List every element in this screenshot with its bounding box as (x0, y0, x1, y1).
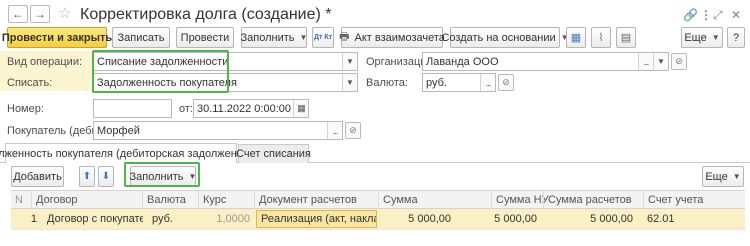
cell-document[interactable]: Реализация (акт, накладна... (256, 210, 377, 228)
chevron-down-icon[interactable]: ▼ (653, 53, 668, 70)
cell-amount-settlement[interactable]: 5 000,00 (543, 209, 637, 229)
post-button[interactable]: Провести (176, 27, 234, 48)
table-header: N Договор Валюта Курс Документ расчетов … (11, 190, 745, 210)
currency-label: Валюта: (366, 77, 408, 89)
star-icon[interactable]: ☆ (58, 5, 71, 23)
cell-contract[interactable]: Договор с покупателем (43, 209, 143, 229)
calendar-icon[interactable]: ▦ (293, 100, 308, 117)
chevron-down-icon: ▼ (732, 172, 741, 181)
arrow-up-icon: ⬆ (82, 171, 92, 182)
kebab-icon[interactable]: ⋮ (700, 8, 712, 22)
page-title: Корректировка долга (создание) * (80, 6, 332, 23)
chevron-down-icon: ▼ (711, 33, 720, 42)
back-button[interactable]: ← (8, 5, 28, 23)
help-button[interactable]: ? (727, 27, 745, 48)
writeoff-label: Списать: (7, 77, 53, 89)
maximize-icon[interactable]: ⤢ (713, 8, 723, 22)
column-header[interactable]: Документ расчетов (254, 191, 378, 210)
currency-open-button[interactable]: ⊘ (498, 74, 514, 91)
chevron-down-icon[interactable]: ▼ (342, 74, 357, 91)
select-icon[interactable]: ... (327, 122, 342, 139)
add-row-button[interactable]: Добавить (11, 166, 64, 187)
select-icon[interactable]: ... (480, 74, 495, 91)
row-number: 1 (30, 213, 37, 225)
more-button[interactable]: Еще ▼ (681, 27, 723, 48)
column-header[interactable]: Валюта (142, 191, 198, 210)
table-more-button[interactable]: Еще ▼ (702, 166, 744, 187)
column-header[interactable]: Сумма (378, 191, 491, 210)
currency-value: руб. (426, 76, 447, 89)
buyer-value: Морфей (97, 124, 140, 137)
date-field[interactable]: 30.11.2022 0:00:00 ▦ (193, 99, 309, 118)
organization-open-button[interactable]: ⊘ (671, 53, 687, 70)
link-icon: ⊘ (349, 125, 357, 135)
close-icon[interactable]: ✕ (731, 8, 741, 22)
cell-amount[interactable]: 5 000,00 (378, 209, 455, 229)
column-header[interactable]: Курс (198, 191, 254, 210)
organization-value: Лаванда ООО (426, 55, 499, 68)
link-icon[interactable]: 🔗 (683, 8, 698, 22)
more-label: Еще (684, 31, 707, 44)
arrow-right-icon: → (34, 7, 46, 21)
column-header[interactable]: Договор (31, 191, 142, 210)
create-based-on-button[interactable]: Создать на основании ▼ (441, 27, 569, 48)
cell-amount-nu[interactable]: 5 000,00 (455, 209, 541, 229)
move-down-button[interactable]: ⬇ (98, 166, 114, 187)
document-icon: ▤ (620, 32, 632, 44)
table-row[interactable]: 1 Договор с покупателем руб. 1,0000 Реал… (11, 209, 745, 229)
move-up-button[interactable]: ⬆ (79, 166, 95, 187)
link-icon: ⊘ (675, 56, 683, 66)
dt-kt-icon: Дт Кт (313, 34, 333, 41)
cell-rate[interactable]: 1,0000 (198, 209, 254, 229)
forward-button[interactable]: → (30, 5, 50, 23)
chevron-down-icon[interactable]: ▼ (342, 53, 357, 70)
post-and-close-button[interactable]: Провести и закрыть (2, 27, 112, 48)
fill-dropdown-button[interactable]: Заполнить ▼ (241, 27, 307, 48)
cell-account[interactable]: 62.01 (643, 209, 743, 229)
number-field[interactable] (93, 99, 172, 118)
date-value: 30.11.2022 0:00:00 (197, 102, 291, 115)
fill-label: Заполнить (240, 31, 295, 44)
column-header[interactable]: Счет учета (643, 191, 745, 210)
organization-field[interactable]: Лаванда ООО ... ▼ (422, 52, 669, 71)
arrow-down-icon: ⬇ (101, 171, 111, 182)
structure-icon: ▦ (570, 32, 582, 44)
netting-act-button[interactable]: 🖶 Акт взаимозачета (339, 27, 445, 48)
link-icon: ⊘ (502, 77, 510, 87)
paperclip-icon: ⌇ (598, 32, 604, 44)
cell-currency[interactable]: руб. (148, 209, 198, 229)
tab-buyer-debt[interactable]: Задолженность покупателя (дебиторская за… (0, 143, 269, 163)
based-on-label: Создать на основании (441, 31, 556, 44)
table-empty-area (11, 229, 745, 246)
tab-writeoff-account[interactable]: Счет списания (236, 144, 311, 163)
print-icon: 🖶 (339, 31, 350, 43)
column-header[interactable]: Сумма расчетов (543, 191, 643, 210)
netting-act-label: Акт взаимозачета (354, 31, 445, 44)
column-header[interactable]: Сумма НУ (491, 191, 549, 210)
number-label: Номер: (7, 103, 44, 115)
arrow-left-icon: ← (12, 7, 24, 21)
table-more-label: Еще (705, 170, 728, 183)
dt-kt-button[interactable]: Дт Кт (312, 27, 334, 48)
operation-label: Вид операции: (7, 56, 83, 68)
column-header[interactable]: N (11, 191, 31, 210)
report-button[interactable]: ▤ (616, 27, 636, 48)
date-label: от: (179, 103, 193, 115)
currency-field[interactable]: руб. ... (422, 73, 496, 92)
buyer-field[interactable]: Морфей ... (93, 121, 343, 140)
attach-button[interactable]: ⌇ (591, 27, 611, 48)
select-icon[interactable]: ... (638, 53, 653, 70)
save-button[interactable]: Записать (112, 27, 170, 48)
help-icon: ? (732, 31, 740, 44)
fill-highlight (124, 162, 200, 187)
chevron-down-icon: ▼ (299, 33, 308, 42)
structure-button[interactable]: ▦ (566, 27, 586, 48)
operation-highlight (92, 50, 229, 93)
buyer-open-button[interactable]: ⊘ (345, 122, 361, 139)
